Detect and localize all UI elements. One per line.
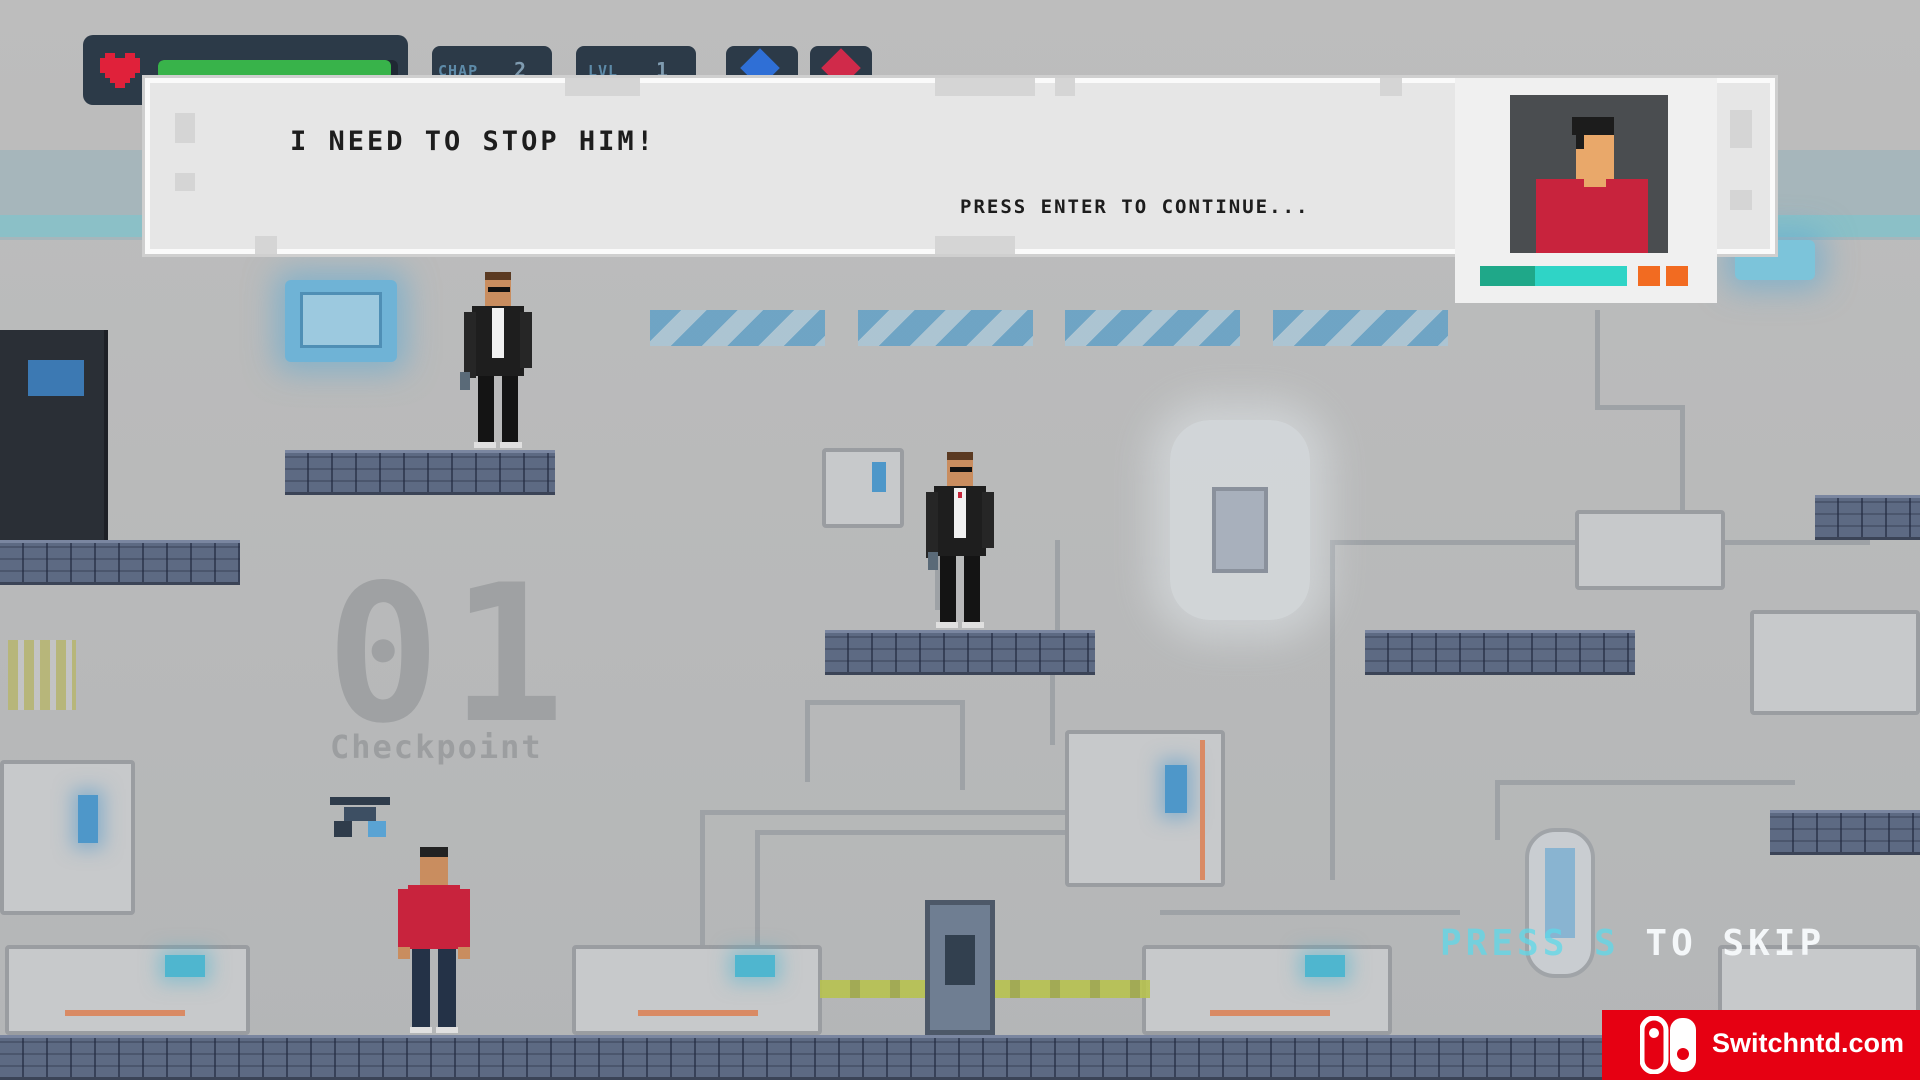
generator [572, 945, 822, 1035]
wall-console [1575, 510, 1725, 590]
laser-pillar-core [945, 935, 975, 985]
energy-segment [1666, 266, 1688, 286]
generator-strip [1210, 1010, 1330, 1016]
energy-segment [1638, 266, 1660, 286]
platform [285, 450, 555, 495]
skip-key: PRESS S [1440, 923, 1620, 964]
pipe [1160, 910, 1460, 915]
continue-hint[interactable]: PRESS ENTER TO CONTINUE... [960, 196, 1309, 218]
enemy-agent [458, 272, 538, 450]
checkpoint-number: 01 [326, 544, 575, 765]
generator-strip [65, 1010, 185, 1016]
dialog-notch [935, 78, 1035, 96]
pipe [1055, 540, 1060, 640]
dialog-notch [565, 78, 640, 96]
platform [1770, 810, 1920, 855]
teleporter-core [1212, 487, 1268, 573]
skip-text: TO SKIP [1645, 923, 1826, 964]
generator-light [735, 955, 775, 977]
heart-icon [100, 48, 140, 88]
pipe [960, 700, 965, 790]
door-panel-stripe [1200, 740, 1205, 880]
battery-rack [8, 640, 76, 710]
checkpoint-label: Checkpoint [330, 728, 543, 766]
pipe [700, 810, 1080, 815]
pipe [805, 700, 965, 705]
wall-monitor-screen [300, 292, 382, 348]
pipe [755, 830, 1085, 835]
hazard-stripe [858, 310, 1033, 346]
dialog-notch [175, 173, 195, 191]
portrait-notch [1730, 110, 1752, 148]
speaker-portrait [1510, 95, 1668, 253]
dialog-text: I NEED TO STOP HIM! [290, 126, 656, 157]
pipe [1595, 310, 1600, 405]
skip-hint[interactable]: PRESS S TO SKIP [1440, 923, 1825, 964]
dialog-notch [255, 236, 277, 254]
portrait-notch [1730, 190, 1752, 210]
pipe [1495, 780, 1500, 840]
enemy-agent [920, 452, 1000, 630]
wall-panel-light [872, 462, 886, 492]
door-panel-light [78, 795, 98, 843]
dialog-notch [175, 113, 195, 143]
wall-panel [822, 448, 904, 528]
dialog-notch [1055, 78, 1075, 96]
energy-segment [1535, 266, 1627, 286]
wall-console [1750, 610, 1920, 715]
platform [825, 630, 1095, 675]
pipe [805, 702, 810, 782]
pipe [1330, 540, 1335, 880]
speaker-energy-bar [1480, 266, 1695, 288]
generator-strip [638, 1010, 758, 1016]
pipe [1595, 405, 1680, 410]
generator [5, 945, 250, 1035]
pipe [1495, 780, 1795, 785]
game-scene: 01 Checkpoint CHAP 2 LVL 1 I NEED TO STO… [0, 0, 1920, 1080]
hazard-stripe [1065, 310, 1240, 346]
dialog-notch [1380, 78, 1402, 96]
pipe [1680, 405, 1685, 515]
door-panel [0, 760, 135, 915]
generator-light [165, 955, 205, 977]
platform [0, 540, 240, 585]
player-character [396, 847, 472, 1035]
drone [330, 797, 390, 839]
platform [1815, 495, 1920, 540]
door-panel-light [1165, 765, 1187, 813]
server-screen [28, 360, 84, 396]
dialog-notch [935, 236, 1015, 254]
hazard-stripe [1273, 310, 1448, 346]
energy-segment [1480, 266, 1535, 286]
generator-light [1305, 955, 1345, 977]
hazard-stripe [650, 310, 825, 346]
pipe [700, 810, 705, 960]
watermark-text: Switchntd.com [1712, 1028, 1905, 1058]
switch-logo-icon [1639, 1015, 1698, 1075]
health-bar-track [158, 60, 398, 80]
health-bar-fill [158, 60, 391, 80]
platform [1365, 630, 1635, 675]
generator [1142, 945, 1392, 1035]
